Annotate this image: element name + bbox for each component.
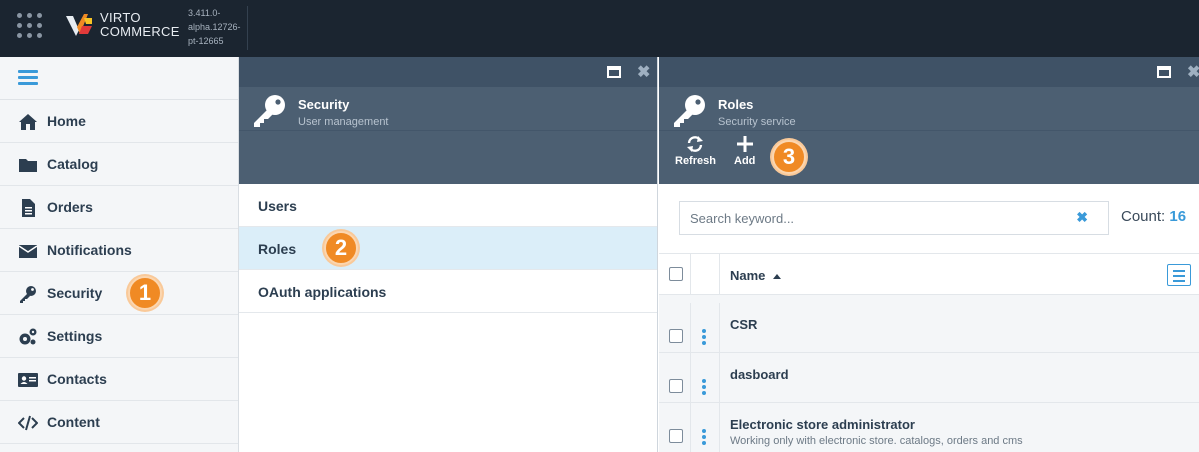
nav-item-label: Security — [47, 285, 103, 301]
blade-header: Security User management — [239, 87, 657, 130]
step-badge-3: 3 — [772, 140, 806, 174]
key-icon — [20, 286, 36, 303]
row-description: Working only with electronic store. cata… — [730, 435, 1023, 447]
count-display: Count: 16 — [1121, 208, 1186, 225]
blade-header: Roles Security service — [659, 87, 1199, 130]
count-value: 16 — [1169, 208, 1187, 225]
column-header-label: Name — [730, 268, 766, 283]
contact-card-icon — [18, 373, 38, 387]
version-line-3: pt-12665 — [188, 36, 224, 46]
grid-header: Name — [659, 253, 1199, 295]
plus-icon — [736, 136, 753, 152]
blade-toolbar: Refresh Add 3 — [659, 130, 1199, 184]
nav-item-label: Content — [47, 414, 100, 430]
maximize-icon[interactable] — [1157, 66, 1171, 78]
security-item-label: OAuth applications — [258, 284, 387, 300]
security-item-label: Users — [258, 198, 297, 214]
add-button[interactable]: Add — [734, 135, 755, 167]
nav-item-label: Settings — [47, 328, 103, 344]
nav-item-content[interactable]: Content — [0, 401, 238, 444]
refresh-button[interactable]: Refresh — [675, 135, 716, 167]
table-row[interactable]: CSR — [659, 303, 1199, 353]
version-line-1: 3.411.0- — [188, 8, 221, 18]
menu-toggle[interactable] — [0, 57, 238, 100]
roles-grid: Name CSR dasboard Electronic store admin… — [659, 253, 1199, 452]
blade-window-bar: ✖ — [239, 57, 657, 87]
count-label: Count: — [1121, 208, 1166, 225]
row-menu-icon[interactable] — [702, 329, 706, 347]
nav-item-security[interactable]: Security — [0, 272, 238, 315]
nav-item-catalog[interactable]: Catalog — [0, 143, 238, 186]
close-icon[interactable]: ✖ — [637, 62, 650, 82]
key-icon — [674, 95, 705, 127]
nav-item-home[interactable]: Home — [0, 100, 238, 143]
security-item-oauth[interactable]: OAuth applications — [239, 270, 657, 313]
row-menu-icon[interactable] — [702, 379, 706, 397]
sort-ascending-icon — [773, 274, 782, 280]
home-icon — [19, 114, 37, 130]
roles-blade: ✖ Roles Security service Refresh Add 3 S… — [659, 57, 1199, 452]
row-checkbox[interactable] — [669, 379, 683, 393]
column-menu-button[interactable] — [1167, 264, 1191, 286]
row-checkbox[interactable] — [669, 429, 683, 443]
add-label: Add — [734, 155, 756, 167]
blade-toolbar — [239, 130, 657, 184]
refresh-icon — [687, 136, 704, 152]
brand-line-2: COMMERCE — [100, 24, 180, 39]
blade-subtitle: Security service — [718, 116, 796, 128]
row-name: CSR — [730, 317, 758, 332]
blade-title: Roles — [718, 97, 754, 112]
search-area: ✖ Count: 16 — [659, 184, 1199, 253]
column-header-name[interactable]: Name — [730, 268, 782, 283]
table-row[interactable]: dasboard — [659, 353, 1199, 403]
top-bar: VIRTO COMMERCE 3.411.0- alpha.12726- pt-… — [0, 0, 1199, 57]
document-icon — [22, 199, 35, 217]
virto-logo-icon — [66, 14, 92, 36]
brand-name: VIRTO COMMERCE — [100, 11, 180, 39]
code-icon — [18, 415, 38, 431]
step-badge-1: 1 — [128, 276, 162, 310]
search-input[interactable] — [680, 202, 1060, 234]
envelope-icon — [18, 245, 38, 258]
maximize-icon[interactable] — [607, 66, 621, 78]
row-name: Electronic store administrator — [730, 417, 915, 432]
key-icon — [254, 95, 285, 127]
nav-item-label: Catalog — [47, 156, 99, 172]
security-item-label: Roles — [258, 241, 297, 257]
apps-grid-icon[interactable] — [17, 13, 43, 39]
clear-search-icon[interactable]: ✖ — [1076, 209, 1088, 226]
nav-item-label: Contacts — [47, 371, 107, 387]
nav-item-label: Home — [47, 113, 86, 129]
search-box: ✖ — [679, 201, 1109, 235]
select-all-checkbox[interactable] — [669, 267, 683, 281]
security-blade: ✖ Security User management Users Roles 2… — [239, 57, 658, 452]
step-badge-2: 2 — [324, 231, 358, 265]
hamburger-icon[interactable] — [18, 70, 38, 86]
nav-item-notifications[interactable]: Notifications — [0, 229, 238, 272]
close-icon[interactable]: ✖ — [1187, 62, 1199, 82]
main-menu: Home Catalog Orders Notifications Securi… — [0, 57, 239, 452]
blade-window-bar: ✖ — [659, 57, 1199, 87]
grid-spacer — [659, 295, 1199, 303]
refresh-label: Refresh — [675, 155, 716, 167]
nav-item-contacts[interactable]: Contacts — [0, 358, 238, 401]
version-label: 3.411.0- alpha.12726- pt-12665 — [182, 6, 248, 50]
security-item-users[interactable]: Users — [239, 184, 657, 227]
table-row[interactable]: Electronic store administrator Working o… — [659, 403, 1199, 452]
nav-item-settings[interactable]: Settings — [0, 315, 238, 358]
blade-title: Security — [298, 97, 350, 112]
folder-icon — [19, 159, 37, 172]
nav-item-orders[interactable]: Orders — [0, 186, 238, 229]
gears-icon — [19, 328, 37, 345]
brand-line-1: VIRTO — [100, 10, 141, 25]
row-menu-icon[interactable] — [702, 429, 706, 447]
row-checkbox[interactable] — [669, 329, 683, 343]
security-item-roles[interactable]: Roles 2 — [239, 227, 657, 270]
nav-item-label: Notifications — [47, 242, 132, 258]
nav-item-label: Orders — [47, 199, 93, 215]
row-name: dasboard — [730, 367, 789, 382]
blade-subtitle: User management — [298, 116, 389, 128]
version-line-2: alpha.12726- — [188, 22, 241, 32]
